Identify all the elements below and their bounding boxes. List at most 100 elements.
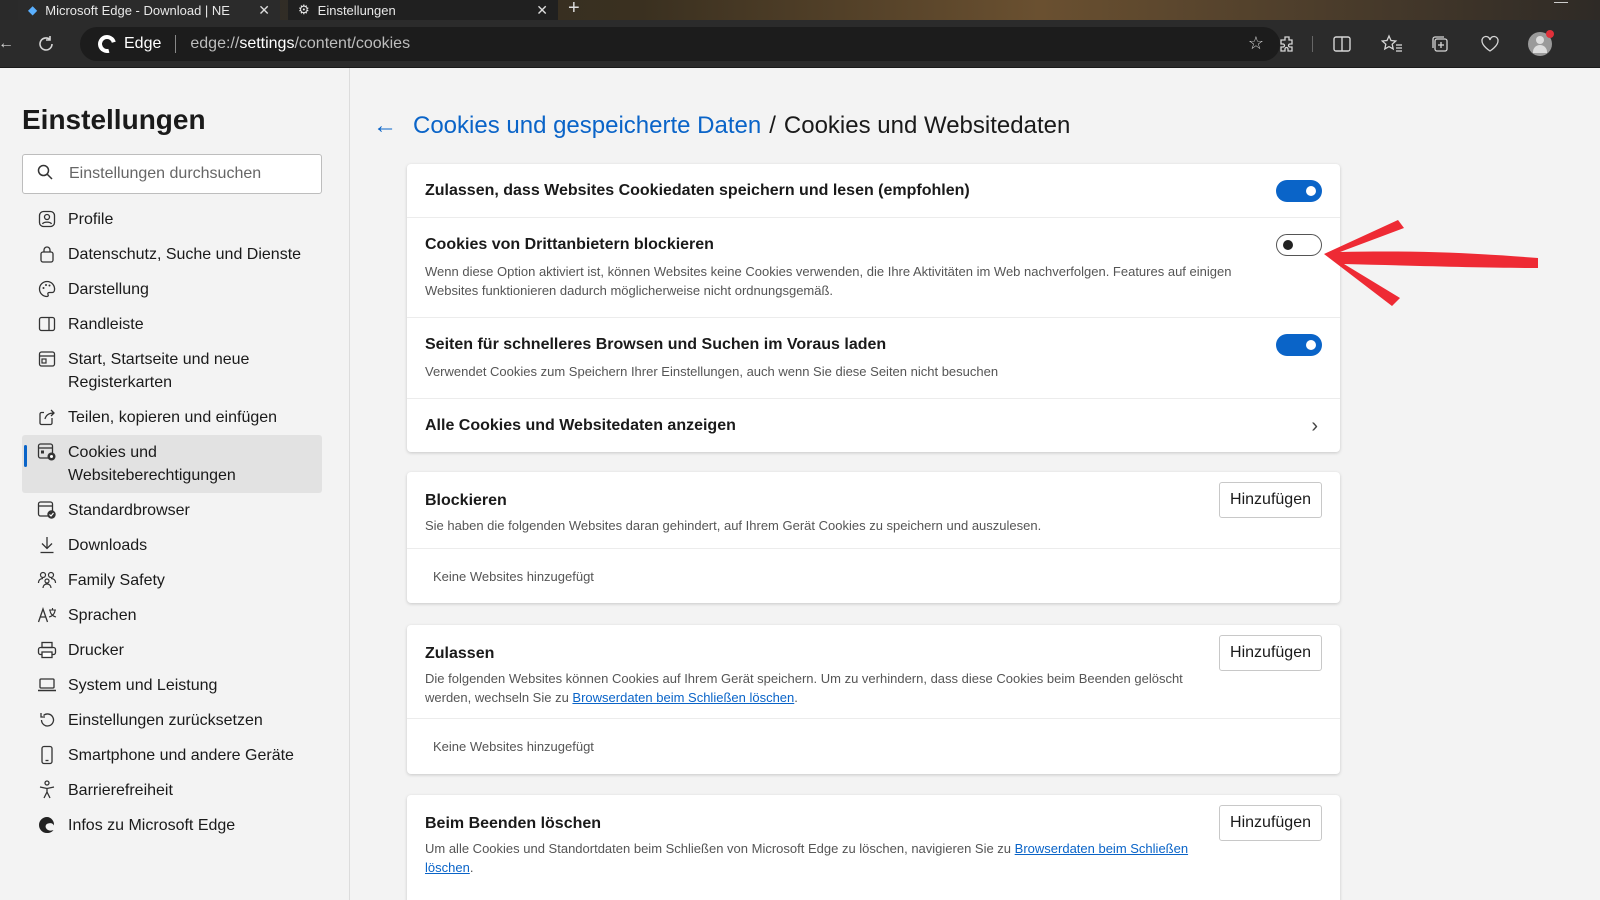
sidebar-item-label: Datenschutz, Suche und Dienste [68,246,302,263]
sidebar-item-label: Darstellung [68,281,149,298]
see-all-cookies-row[interactable]: Alle Cookies und Websitedaten anzeigen › [407,399,1340,452]
printer-icon [36,639,58,661]
sidebar-item-label: Drucker [68,642,125,659]
sidebar-item-start-home[interactable]: Start, Startseite und neue Registerkarte… [22,342,322,400]
sidebar-title: Einstellungen [22,104,206,135]
laptop-icon [36,674,58,696]
search-placeholder: Einstellungen durchsuchen [69,165,262,182]
setting-preload-pages: Seiten für schnelleres Browsen und Suche… [407,318,1340,399]
back-icon[interactable]: ← [0,32,18,56]
address-bar[interactable]: Edge edge://settings/content/cookies ☆ [80,27,1280,61]
browser-toolbar: ← Edge edge://settings/content/cookies ☆ [0,20,1600,68]
url-suffix: /content/cookies [294,35,411,52]
sidebar-item-downloads[interactable]: Downloads [22,528,322,563]
add-allow-button[interactable]: Hinzufügen [1219,635,1322,671]
edge-favicon-icon: ◆ [28,3,38,17]
sidebar-item-appearance[interactable]: Darstellung [22,272,322,307]
edge-logo-icon [94,31,120,57]
collections-icon[interactable] [1428,32,1452,56]
cookie-permissions-icon [36,441,58,463]
sidebar-item-label: Einstellungen zurücksetzen [68,712,263,729]
tab-strip: ◆ Microsoft Edge - Download | NE ✕ ⚙ Ein… [0,0,1600,20]
cookie-settings-card: Zulassen, dass Websites Cookiedaten spei… [407,164,1340,452]
empty-list-text: Keine Websites hinzugefügt [433,569,594,584]
setting-title: Cookies von Drittanbietern blockieren [425,236,714,253]
sidebar-item-languages[interactable]: Sprachen [22,598,322,633]
description-text: Die folgenden Websites können Cookies au… [425,671,1183,705]
settings-sidebar: Einstellungen Einstellungen durchsuchen … [0,68,350,900]
description-end: . [794,690,798,705]
sidebar-item-label: Teilen, kopieren und einfügen [68,409,278,426]
breadcrumb: ← Cookies und gespeicherte Daten / Cooki… [373,112,1070,140]
page-title: Cookies und Websitedaten [783,112,1071,139]
sidebar-item-sidebar[interactable]: Randleiste [22,307,322,342]
url-prefix: edge:// [190,35,240,52]
add-clear-on-exit-button[interactable]: Hinzufügen [1219,805,1322,841]
browser-essentials-icon[interactable] [1478,32,1502,56]
sidebar-item-label: Standardbrowser [68,502,190,519]
clear-on-close-link[interactable]: Browserdaten beim Schließen löschen [572,690,794,705]
address-separator [175,35,177,53]
section-title: Blockieren [425,492,507,509]
lock-icon [36,243,58,265]
description-text: Um alle Cookies und Standortdaten beim S… [425,841,1015,856]
breadcrumb-separator: / [769,112,776,139]
section-title: Zulassen [425,645,495,662]
sidebar-item-label: Sprachen [68,607,137,624]
split-screen-icon[interactable] [1330,32,1354,56]
sidebar-item-default-browser[interactable]: Standardbrowser [22,493,322,528]
sidebar-item-label: System und Leistung [68,677,218,694]
tab-einstellungen[interactable]: ⚙ Einstellungen ✕ [288,0,558,20]
section-description: Die folgenden Websites können Cookies au… [425,669,1205,707]
sidebar-panel-icon [36,313,58,335]
add-block-button[interactable]: Hinzufügen [1219,482,1322,518]
profile-avatar[interactable] [1528,30,1554,56]
gear-icon: ⚙ [298,2,310,17]
reset-icon [36,709,58,731]
family-icon [36,569,58,591]
minimize-button[interactable] [1554,2,1568,3]
edge-logo-icon [36,814,58,836]
favorites-icon[interactable] [1380,32,1404,56]
sidebar-item-label: Downloads [68,537,148,554]
close-tab-icon[interactable]: ✕ [258,2,270,19]
refresh-icon[interactable] [34,32,58,56]
sidebar-item-printers[interactable]: Drucker [22,633,322,668]
download-icon [36,534,58,556]
sidebar-item-profile[interactable]: Profile [22,202,322,237]
favorite-star-icon[interactable]: ☆ [1248,33,1264,54]
sidebar-item-accessibility[interactable]: Barrierefreiheit [22,773,322,808]
sidebar-item-share-copy-paste[interactable]: Teilen, kopieren und einfügen [22,400,322,435]
close-tab-icon[interactable]: ✕ [536,2,548,19]
new-tab-button[interactable]: + [568,0,580,20]
sidebar-item-label: Cookies und Websiteberechtigungen [68,444,236,484]
search-icon [37,164,53,185]
sidebar-item-privacy[interactable]: Datenschutz, Suche und Dienste [22,237,322,272]
tab-microsoft-edge-download[interactable]: ◆ Microsoft Edge - Download | NE ✕ [18,0,280,20]
sidebar-item-family-safety[interactable]: Family Safety [22,563,322,598]
sidebar-item-label: Barrierefreiheit [68,782,173,799]
allow-list-card: Zulassen Die folgenden Websites können C… [407,625,1340,774]
sidebar-item-phone-devices[interactable]: Smartphone und andere Geräte [22,738,322,773]
description-end: . [469,860,474,875]
sidebar-item-label: Infos zu Microsoft Edge [68,817,236,834]
sidebar-item-cookies-permissions[interactable]: Cookies und Websiteberechtigungen [22,435,322,493]
section-description: Sie haben die folgenden Websites daran g… [425,518,1042,533]
preload-pages-toggle[interactable] [1276,334,1322,356]
language-icon [36,604,58,626]
default-browser-icon [36,499,58,521]
setting-title: Alle Cookies und Websitedaten anzeigen [425,417,736,434]
sidebar-item-system-performance[interactable]: System und Leistung [22,668,322,703]
sidebar-item-about-edge[interactable]: Infos zu Microsoft Edge [22,808,322,843]
extensions-icon[interactable] [1276,32,1300,56]
settings-search-input[interactable]: Einstellungen durchsuchen [22,154,322,194]
setting-block-third-party: Cookies von Drittanbietern blockieren We… [407,218,1340,318]
block-list-card: Blockieren Sie haben die folgenden Websi… [407,472,1340,603]
block-header-row: Blockieren Sie haben die folgenden Websi… [407,472,1340,549]
allow-cookies-toggle[interactable] [1276,180,1322,202]
back-arrow-icon[interactable]: ← [373,112,397,140]
setting-title: Seiten für schnelleres Browsen und Suche… [425,336,887,353]
sidebar-item-reset-settings[interactable]: Einstellungen zurücksetzen [22,703,322,738]
sidebar-item-label: Profile [68,211,114,228]
breadcrumb-link[interactable]: Cookies und gespeicherte Daten [413,112,761,140]
